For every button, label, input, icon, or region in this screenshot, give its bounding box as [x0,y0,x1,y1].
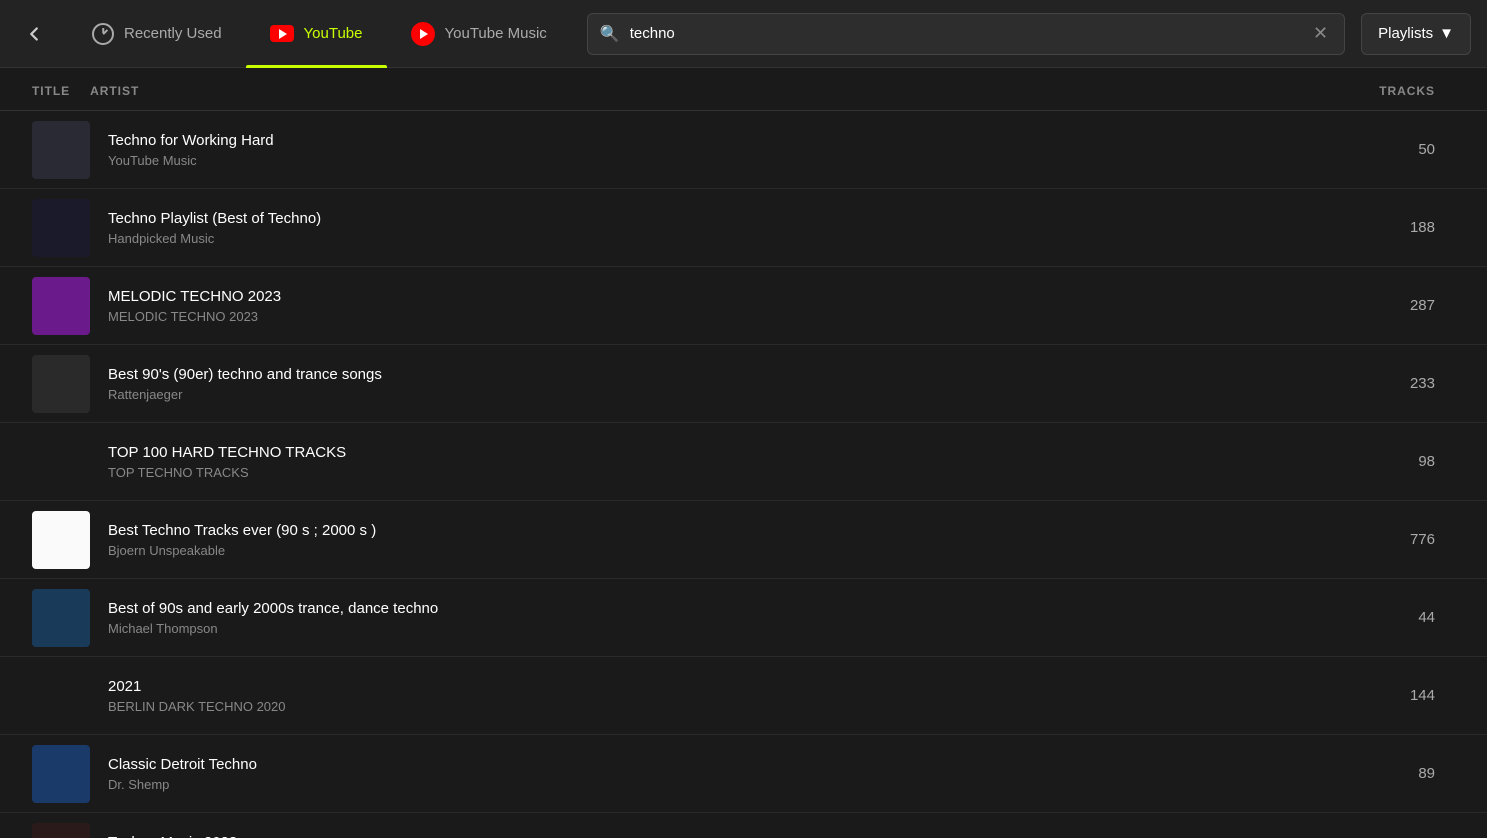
playlist-tracks-count: 233 [1315,375,1435,392]
playlist-row[interactable]: Techno Music 2023 Redlist – Global Hits … [0,813,1487,838]
playlist-info: Techno Playlist (Best of Techno) Handpic… [108,210,1315,246]
main-content: TITLE ARTIST TRACKS Techno for Working H… [0,68,1487,838]
header: Recently Used YouTube YouTube Music 🔍 ✕ … [0,0,1487,68]
tab-recently-used-label: Recently Used [124,25,222,42]
playlist-tracks-count: 50 [1315,141,1435,158]
back-button[interactable] [0,0,68,68]
playlist-thumbnail [32,667,90,725]
playlist-artist: Bjoern Unspeakable [108,543,1315,558]
playlist-title: Best of 90s and early 2000s trance, danc… [108,600,1315,617]
youtube-music-icon [411,22,435,46]
playlist-info: Techno Music 2023 Redlist – Global Hits [108,834,1315,838]
playlist-row[interactable]: 2021 BERLIN DARK TECHNO 2020 144 [0,657,1487,735]
playlist-thumbnail [32,511,90,569]
playlist-artist: TOP TECHNO TRACKS [108,465,1315,480]
playlist-row[interactable]: Techno for Working Hard YouTube Music 50 [0,111,1487,189]
playlist-info: 2021 BERLIN DARK TECHNO 2020 [108,678,1315,714]
playlist-thumbnail [32,355,90,413]
playlist-artist: BERLIN DARK TECHNO 2020 [108,699,1315,714]
playlist-title: Best Techno Tracks ever (90 s ; 2000 s ) [108,522,1315,539]
clock-icon [92,23,114,45]
column-artist-label: ARTIST [90,84,139,98]
search-input[interactable] [630,25,1299,42]
table-header: TITLE ARTIST TRACKS [0,68,1487,111]
tab-youtube[interactable]: YouTube [246,0,387,68]
search-clear-button[interactable]: ✕ [1309,21,1332,46]
search-icon: 🔍 [600,24,620,44]
playlist-title: Techno Music 2023 [108,834,1315,838]
playlist-thumbnail [32,745,90,803]
playlist-thumbnail [32,121,90,179]
playlist-info: Classic Detroit Techno Dr. Shemp [108,756,1315,792]
playlist-thumbnail [32,199,90,257]
tab-recently-used[interactable]: Recently Used [68,0,246,68]
playlist-row[interactable]: Best of 90s and early 2000s trance, danc… [0,579,1487,657]
playlist-tracks-count: 89 [1315,765,1435,782]
tab-youtube-music[interactable]: YouTube Music [387,0,571,68]
playlists-filter-button[interactable]: Playlists ▼ [1361,13,1471,55]
playlist-title: MELODIC TECHNO 2023 [108,288,1315,305]
playlist-info: Best Techno Tracks ever (90 s ; 2000 s )… [108,522,1315,558]
tab-youtube-music-label: YouTube Music [445,25,547,42]
playlist-tracks-count: 188 [1315,219,1435,236]
playlist-tracks-count: 776 [1315,531,1435,548]
playlist-row[interactable]: MELODIC TECHNO 2023 MELODIC TECHNO 2023 … [0,267,1487,345]
playlist-info: MELODIC TECHNO 2023 MELODIC TECHNO 2023 [108,288,1315,324]
playlist-row[interactable]: Classic Detroit Techno Dr. Shemp 89 [0,735,1487,813]
playlist-artist: Handpicked Music [108,231,1315,246]
playlist-info: Techno for Working Hard YouTube Music [108,132,1315,168]
playlist-artist: Michael Thompson [108,621,1315,636]
playlist-info: TOP 100 HARD TECHNO TRACKS TOP TECHNO TR… [108,444,1315,480]
playlist-title: Best 90's (90er) techno and trance songs [108,366,1315,383]
search-bar: 🔍 ✕ [587,13,1345,55]
back-icon [23,23,45,45]
playlist-title: TOP 100 HARD TECHNO TRACKS [108,444,1315,461]
playlist-tracks-count: 144 [1315,687,1435,704]
playlist-info: Best 90's (90er) techno and trance songs… [108,366,1315,402]
column-title-label: TITLE [32,84,70,98]
playlist-info: Best of 90s and early 2000s trance, danc… [108,600,1315,636]
playlist-thumbnail [32,277,90,335]
playlist-row[interactable]: Techno Playlist (Best of Techno) Handpic… [0,189,1487,267]
playlist-row[interactable]: Best Techno Tracks ever (90 s ; 2000 s )… [0,501,1487,579]
playlists-filter-label: Playlists [1378,25,1433,42]
playlist-thumbnail [32,433,90,491]
playlist-title: Techno for Working Hard [108,132,1315,149]
column-tracks-label: TRACKS [1315,84,1435,98]
playlist-row[interactable]: Best 90's (90er) techno and trance songs… [0,345,1487,423]
playlist-artist: YouTube Music [108,153,1315,168]
playlist-title: Techno Playlist (Best of Techno) [108,210,1315,227]
playlist-row[interactable]: TOP 100 HARD TECHNO TRACKS TOP TECHNO TR… [0,423,1487,501]
playlist-list: Techno for Working Hard YouTube Music 50… [0,111,1487,838]
chevron-down-icon: ▼ [1439,25,1454,42]
playlist-title: Classic Detroit Techno [108,756,1315,773]
tab-youtube-label: YouTube [304,25,363,42]
playlist-thumbnail [32,823,90,838]
playlist-thumbnail [32,589,90,647]
playlist-title: 2021 [108,678,1315,695]
playlist-artist: MELODIC TECHNO 2023 [108,309,1315,324]
playlist-tracks-count: 44 [1315,609,1435,626]
youtube-icon [270,25,294,42]
playlist-artist: Dr. Shemp [108,777,1315,792]
playlist-tracks-count: 287 [1315,297,1435,314]
column-title-artist: TITLE ARTIST [32,84,1315,98]
playlist-artist: Rattenjaeger [108,387,1315,402]
playlist-tracks-count: 98 [1315,453,1435,470]
